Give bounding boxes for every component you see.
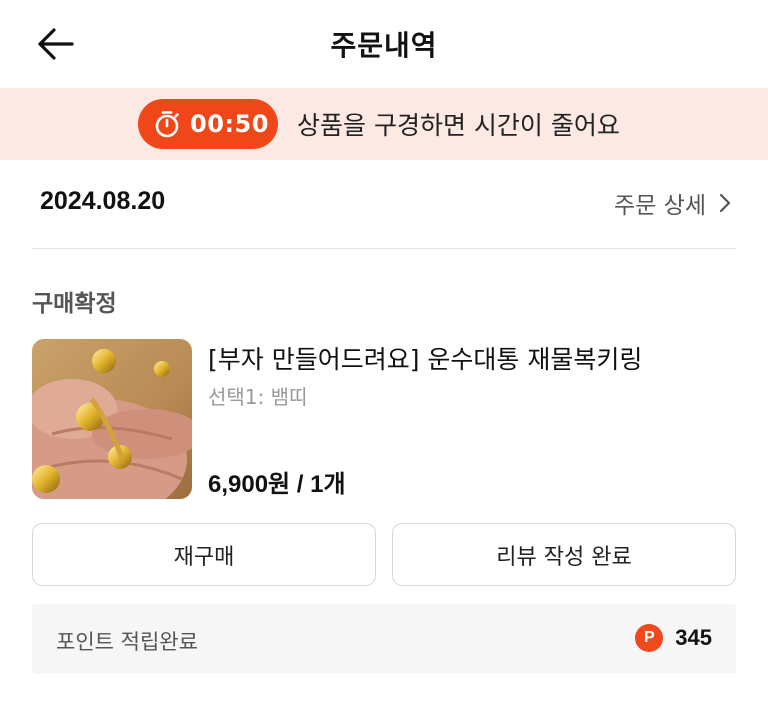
product-thumbnail[interactable] — [32, 339, 192, 499]
order-detail-label: 주문 상세 — [614, 193, 706, 219]
rebuy-button[interactable]: 재구매 — [32, 523, 376, 586]
header-bar: 주문내역 — [0, 0, 768, 88]
point-coin-icon: P — [635, 624, 664, 652]
points-summary: 포인트 적립완료 P 345 — [32, 604, 736, 674]
review-complete-button[interactable]: 리뷰 작성 완료 — [392, 523, 736, 586]
product-price: 6,900원 / 1개 — [208, 471, 346, 498]
order-status: 구매확정 — [32, 291, 117, 317]
timer-message: 상품을 구경하면 시간이 줄어요 — [297, 111, 620, 140]
timer-badge: 00:50 — [138, 99, 278, 149]
section-divider — [32, 248, 736, 249]
points-value-group: P 345 — [635, 624, 712, 652]
page-title: 주문내역 — [330, 29, 438, 62]
product-option: 선택1: 뱀띠 — [208, 385, 308, 409]
order-detail-link[interactable]: 주문 상세 — [614, 186, 732, 220]
product-name[interactable]: [부자 만들어드려요] 운수대통 재물복키링 — [208, 340, 642, 376]
stopwatch-icon — [155, 111, 179, 138]
points-value: 345 — [675, 625, 712, 650]
product-image — [32, 339, 192, 499]
order-date: 2024.08.20 — [40, 187, 166, 215]
timer-value: 00:50 — [190, 110, 269, 138]
points-label: 포인트 적립완료 — [56, 630, 198, 654]
chevron-right-icon — [719, 193, 731, 213]
